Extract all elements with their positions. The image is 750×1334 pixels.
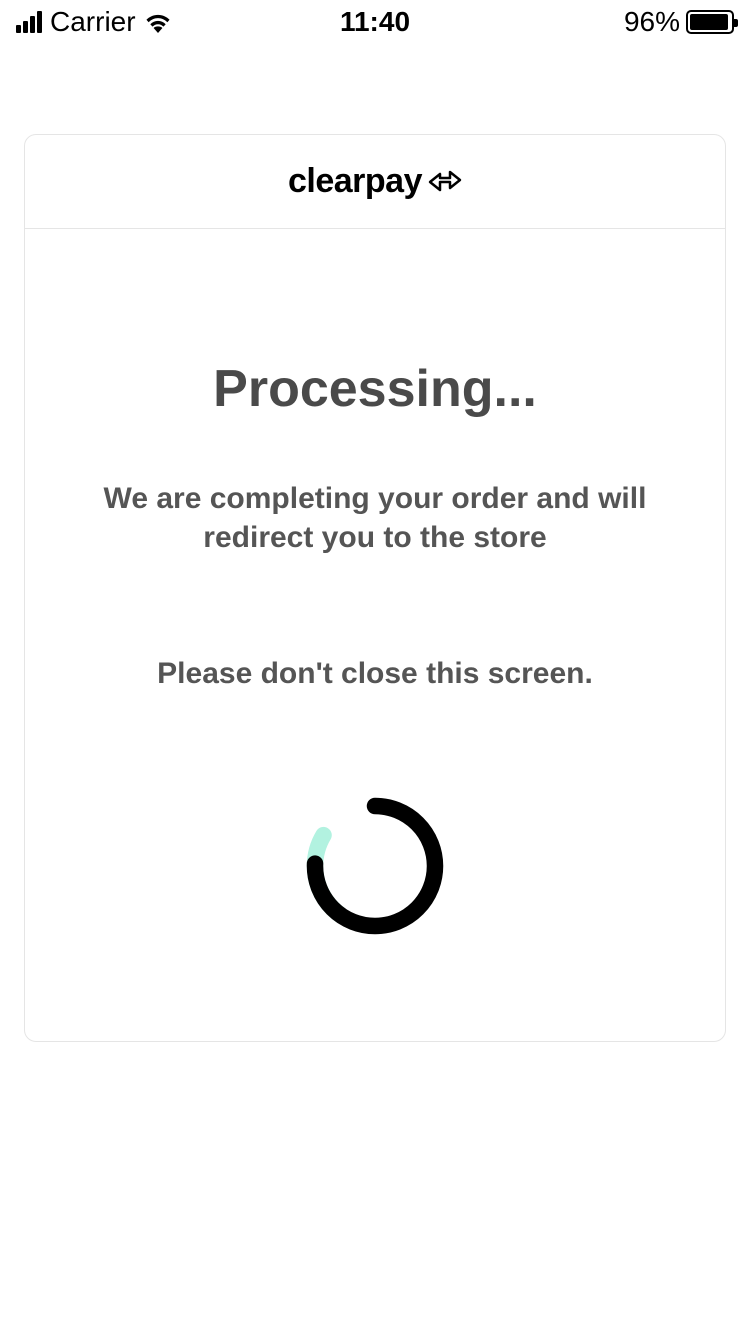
status-left: Carrier xyxy=(16,6,172,38)
status-time: 11:40 xyxy=(340,6,410,38)
processing-title: Processing... xyxy=(65,359,685,419)
wifi-icon xyxy=(144,11,172,33)
card-header: clearpay xyxy=(25,135,725,229)
card-body: Processing... We are completing your ord… xyxy=(25,229,725,1041)
carrier-label: Carrier xyxy=(50,6,136,38)
signal-icon xyxy=(16,11,42,33)
battery-icon xyxy=(686,10,734,34)
brand-logo: clearpay xyxy=(288,162,462,201)
status-right: 96% xyxy=(624,6,734,38)
status-bar: Carrier 11:40 96% xyxy=(0,0,750,44)
processing-card: clearpay Processing... We are completing… xyxy=(24,134,726,1042)
brand-name: clearpay xyxy=(288,162,422,201)
processing-warning: Please don't close this screen. xyxy=(65,657,685,691)
spinner-container xyxy=(65,791,685,941)
clearpay-icon xyxy=(426,168,462,196)
loading-spinner-icon xyxy=(300,791,450,941)
battery-percent: 96% xyxy=(624,6,680,38)
processing-subtitle: We are completing your order and will re… xyxy=(65,479,685,557)
